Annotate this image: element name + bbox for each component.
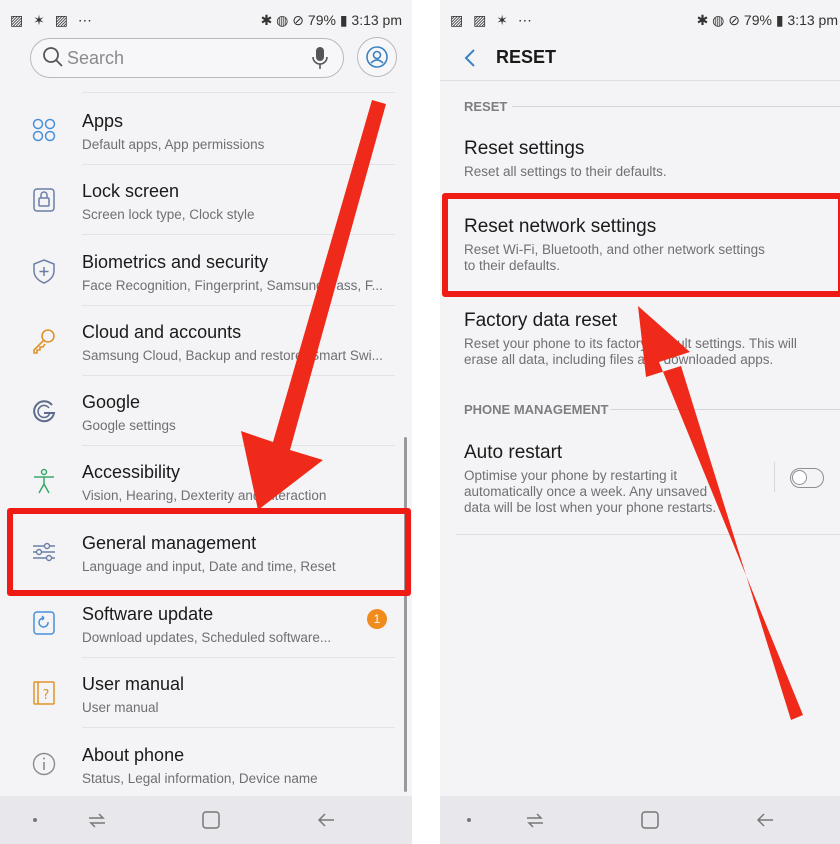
home-button[interactable] xyxy=(639,809,661,831)
settings-item-title: User manual xyxy=(82,674,185,694)
back-button[interactable] xyxy=(460,46,482,70)
status-bar: ▨ ✶ ▨ ⋯ ✱ ◍ ⊘ 79% ▮ 3:13 pm xyxy=(0,0,412,42)
annotation-arrow xyxy=(638,306,803,720)
search-placeholder: Search xyxy=(67,48,125,68)
settings-item-subtitle: User manual xyxy=(82,700,159,715)
account-icon xyxy=(366,46,388,68)
settings-item-user-manual[interactable]: ? User manual User manual xyxy=(0,658,395,728)
settings-item-title: Google xyxy=(82,392,141,412)
settings-item-title: About phone xyxy=(82,745,185,765)
settings-item-subtitle: Vision, Hearing, Dexterity and interacti… xyxy=(82,488,327,503)
back-nav-button[interactable] xyxy=(315,809,337,831)
notification-icons: ▨ ▨ ✶ ⋯ xyxy=(450,12,535,28)
divider xyxy=(82,92,395,93)
item-subtitle-line: Reset your phone to its factory default … xyxy=(464,336,797,351)
item-subtitle-line: data will be lost when your phone restar… xyxy=(464,500,717,515)
toggle-knob xyxy=(792,470,807,485)
account-button[interactable] xyxy=(357,37,397,77)
divider xyxy=(456,534,840,535)
settings-item-google[interactable]: Google Google settings xyxy=(0,376,395,446)
item-subtitle: Reset your phone to its factory default … xyxy=(464,336,840,368)
settings-item-subtitle: Download updates, Scheduled software... xyxy=(82,630,332,645)
back-nav-button[interactable] xyxy=(754,809,776,831)
dot-icon xyxy=(467,818,471,822)
settings-item-biometrics[interactable]: Biometrics and security Face Recognition… xyxy=(0,236,395,306)
divider xyxy=(82,234,395,235)
settings-item-lock-screen[interactable]: Lock screen Screen lock type, Clock styl… xyxy=(0,165,395,235)
section-label: RESET xyxy=(464,99,508,114)
reset-settings-item[interactable]: Reset settings Reset all settings to the… xyxy=(464,138,840,180)
info-icon xyxy=(32,752,56,776)
page-title: RESET xyxy=(496,47,557,67)
update-count-badge: 1 xyxy=(367,609,387,629)
section-label: PHONE MANAGEMENT xyxy=(464,402,609,417)
key-icon xyxy=(33,329,55,354)
settings-item-title: Cloud and accounts xyxy=(82,322,242,342)
settings-item-subtitle: Screen lock type, Clock style xyxy=(82,207,255,222)
divider xyxy=(82,727,395,728)
factory-data-reset-item[interactable]: Factory data reset Reset your phone to i… xyxy=(464,310,840,368)
manual-icon: ? xyxy=(33,681,55,705)
divider xyxy=(774,462,775,492)
divider xyxy=(440,80,840,81)
settings-item-title: Accessibility xyxy=(82,462,181,482)
item-subtitle-line: Optimise your phone by restarting it xyxy=(464,468,678,483)
settings-item-subtitle: Samsung Cloud, Backup and restore, Smart… xyxy=(82,348,383,363)
app-bar: RESET xyxy=(440,36,840,80)
accessibility-icon xyxy=(34,468,54,494)
item-subtitle: Optimise your phone by restarting it aut… xyxy=(464,468,760,516)
settings-item-title: Software update xyxy=(82,604,214,624)
item-subtitle: Reset all settings to their defaults. xyxy=(464,164,667,179)
settings-item-title: Lock screen xyxy=(82,181,180,201)
auto-restart-toggle[interactable] xyxy=(790,468,824,488)
settings-item-apps[interactable]: Apps Default apps, App permissions xyxy=(0,95,395,165)
status-info: ✱ ◍ ⊘ 79% ▮ 3:13 pm xyxy=(696,12,838,28)
search-input[interactable]: Search xyxy=(30,38,344,78)
section-header-phone-management: PHONE MANAGEMENT xyxy=(464,401,840,419)
notification-icons: ▨ ✶ ▨ ⋯ xyxy=(10,12,95,28)
settings-item-about-phone[interactable]: About phone Status, Legal information, D… xyxy=(0,729,395,799)
section-rule xyxy=(512,106,840,107)
section-header-reset: RESET xyxy=(464,98,840,116)
recent-apps-button[interactable] xyxy=(86,809,108,831)
navigation-bar xyxy=(0,796,412,844)
settings-item-subtitle: Default apps, App permissions xyxy=(82,137,265,152)
settings-item-title: Apps xyxy=(82,111,124,131)
reset-screen: ▨ ▨ ✶ ⋯ ✱ ◍ ⊘ 79% ▮ 3:13 pm RESET RESET … xyxy=(440,0,840,844)
apps-icon xyxy=(32,118,56,142)
item-title: Factory data reset xyxy=(464,310,618,331)
item-subtitle-line: erase all data, including files and down… xyxy=(464,352,774,367)
settings-item-subtitle: Face Recognition, Fingerprint, Samsung P… xyxy=(82,278,383,293)
section-rule xyxy=(610,409,840,410)
home-button[interactable] xyxy=(200,809,222,831)
settings-item-subtitle: Status, Legal information, Device name xyxy=(82,771,318,786)
scrollbar[interactable] xyxy=(404,437,407,792)
status-info: ✱ ◍ ⊘ 79% ▮ 3:13 pm xyxy=(260,12,402,28)
item-title: Reset settings xyxy=(464,138,585,159)
highlight-general-management xyxy=(7,508,411,596)
highlight-reset-network-settings xyxy=(442,193,840,297)
item-subtitle-line: automatically once a week. Any unsaved xyxy=(464,484,708,499)
settings-item-title: Biometrics and security xyxy=(82,252,269,272)
settings-item-software-update[interactable]: Software update Download updates, Schedu… xyxy=(0,588,395,658)
item-title: Auto restart xyxy=(464,442,563,463)
settings-item-subtitle: Google settings xyxy=(82,418,176,433)
svg-text:?: ? xyxy=(43,688,50,703)
auto-restart-item[interactable]: Auto restart Optimise your phone by rest… xyxy=(464,442,760,516)
update-icon xyxy=(33,611,55,635)
settings-screen: ▨ ✶ ▨ ⋯ ✱ ◍ ⊘ 79% ▮ 3:13 pm Search Apps … xyxy=(0,0,412,844)
settings-item-accessibility[interactable]: Accessibility Vision, Hearing, Dexterity… xyxy=(0,446,395,516)
dot-icon xyxy=(33,818,37,822)
recent-apps-button[interactable] xyxy=(524,809,546,831)
google-icon xyxy=(33,400,56,423)
lock-icon xyxy=(33,188,55,212)
navigation-bar xyxy=(440,796,840,844)
microphone-icon[interactable] xyxy=(311,46,329,70)
shield-icon xyxy=(33,259,55,284)
search-icon xyxy=(43,47,63,67)
settings-item-cloud-accounts[interactable]: Cloud and accounts Samsung Cloud, Backup… xyxy=(0,306,395,376)
